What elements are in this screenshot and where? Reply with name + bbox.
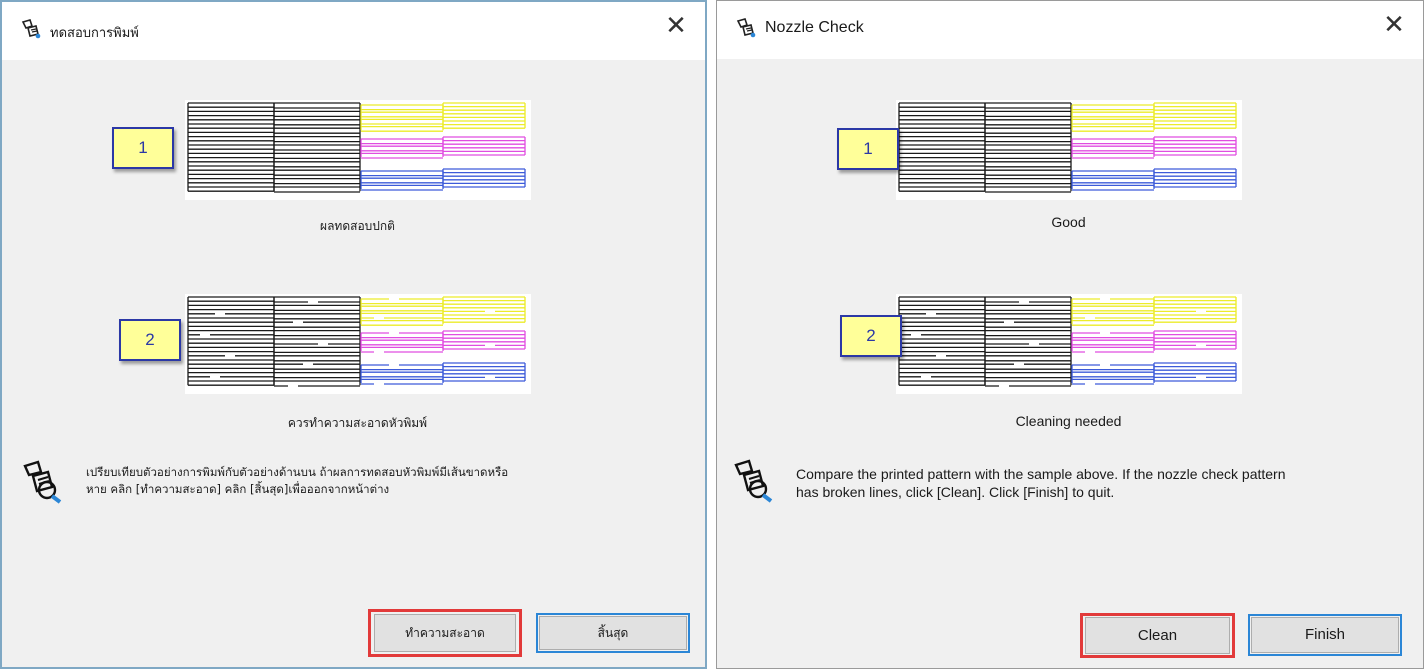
- window-title: Nozzle Check: [765, 19, 864, 36]
- cleaning-needed-pattern: [896, 294, 1242, 394]
- window-title: ทดสอบการพิมพ์: [50, 26, 139, 41]
- instructions-text: เปรียบเทียบตัวอย่างการพิมพ์กับตัวอย่างด้…: [86, 464, 686, 498]
- nozzle-check-dialog-thai: ทดสอบการพิมพ์ ✕ 1 ผลทดสอบปกติ 2 ควรทำควา…: [0, 0, 707, 669]
- instructions-line-1: Compare the printed pattern with the sam…: [796, 466, 1286, 482]
- title-bar: Nozzle Check ✕: [717, 1, 1423, 59]
- nozzle-help-icon: [731, 457, 777, 509]
- good-caption: Good: [1051, 214, 1086, 230]
- finish-button[interactable]: สิ้นสุด: [539, 616, 687, 650]
- close-button[interactable]: ✕: [1379, 11, 1409, 41]
- sample-number-1: 1: [112, 127, 174, 169]
- instructions-line-2: has broken lines, click [Clean]. Click […: [796, 484, 1115, 500]
- instructions-text: Compare the printed pattern with the sam…: [796, 465, 1406, 501]
- clean-button[interactable]: ทำความสะอาด: [374, 614, 516, 652]
- title-bar: ทดสอบการพิมพ์ ✕: [2, 2, 705, 60]
- instructions-line-1: เปรียบเทียบตัวอย่างการพิมพ์กับตัวอย่างด้…: [86, 465, 509, 479]
- sample-number-2: 2: [840, 315, 902, 357]
- cleaning-needed-caption: ควรทำความสะอาดหัวพิมพ์: [287, 416, 428, 430]
- cleaning-needed-pattern: [185, 294, 531, 394]
- instructions-line-2: หาย คลิก [ทำความสะอาด] คลิก [สิ้นสุด]เพื…: [86, 482, 390, 496]
- printer-app-icon: [20, 18, 42, 44]
- nozzle-help-icon: [20, 458, 66, 510]
- close-icon: ✕: [665, 11, 687, 41]
- close-icon: ✕: [1383, 10, 1405, 40]
- cleaning-needed-caption: Cleaning needed: [1015, 413, 1122, 429]
- good-caption: ผลทดสอบปกติ: [320, 219, 395, 233]
- good-nozzle-pattern: [185, 100, 531, 200]
- sample-number-2: 2: [119, 319, 181, 361]
- clean-button[interactable]: Clean: [1085, 617, 1230, 654]
- finish-button[interactable]: Finish: [1251, 617, 1399, 653]
- nozzle-check-dialog: Nozzle Check ✕ 1 Good 2 Cleaning needed …: [716, 0, 1424, 669]
- printer-app-icon: [735, 17, 757, 43]
- good-nozzle-pattern: [896, 100, 1242, 200]
- sample-number-1: 1: [837, 128, 899, 170]
- close-button[interactable]: ✕: [661, 12, 691, 42]
